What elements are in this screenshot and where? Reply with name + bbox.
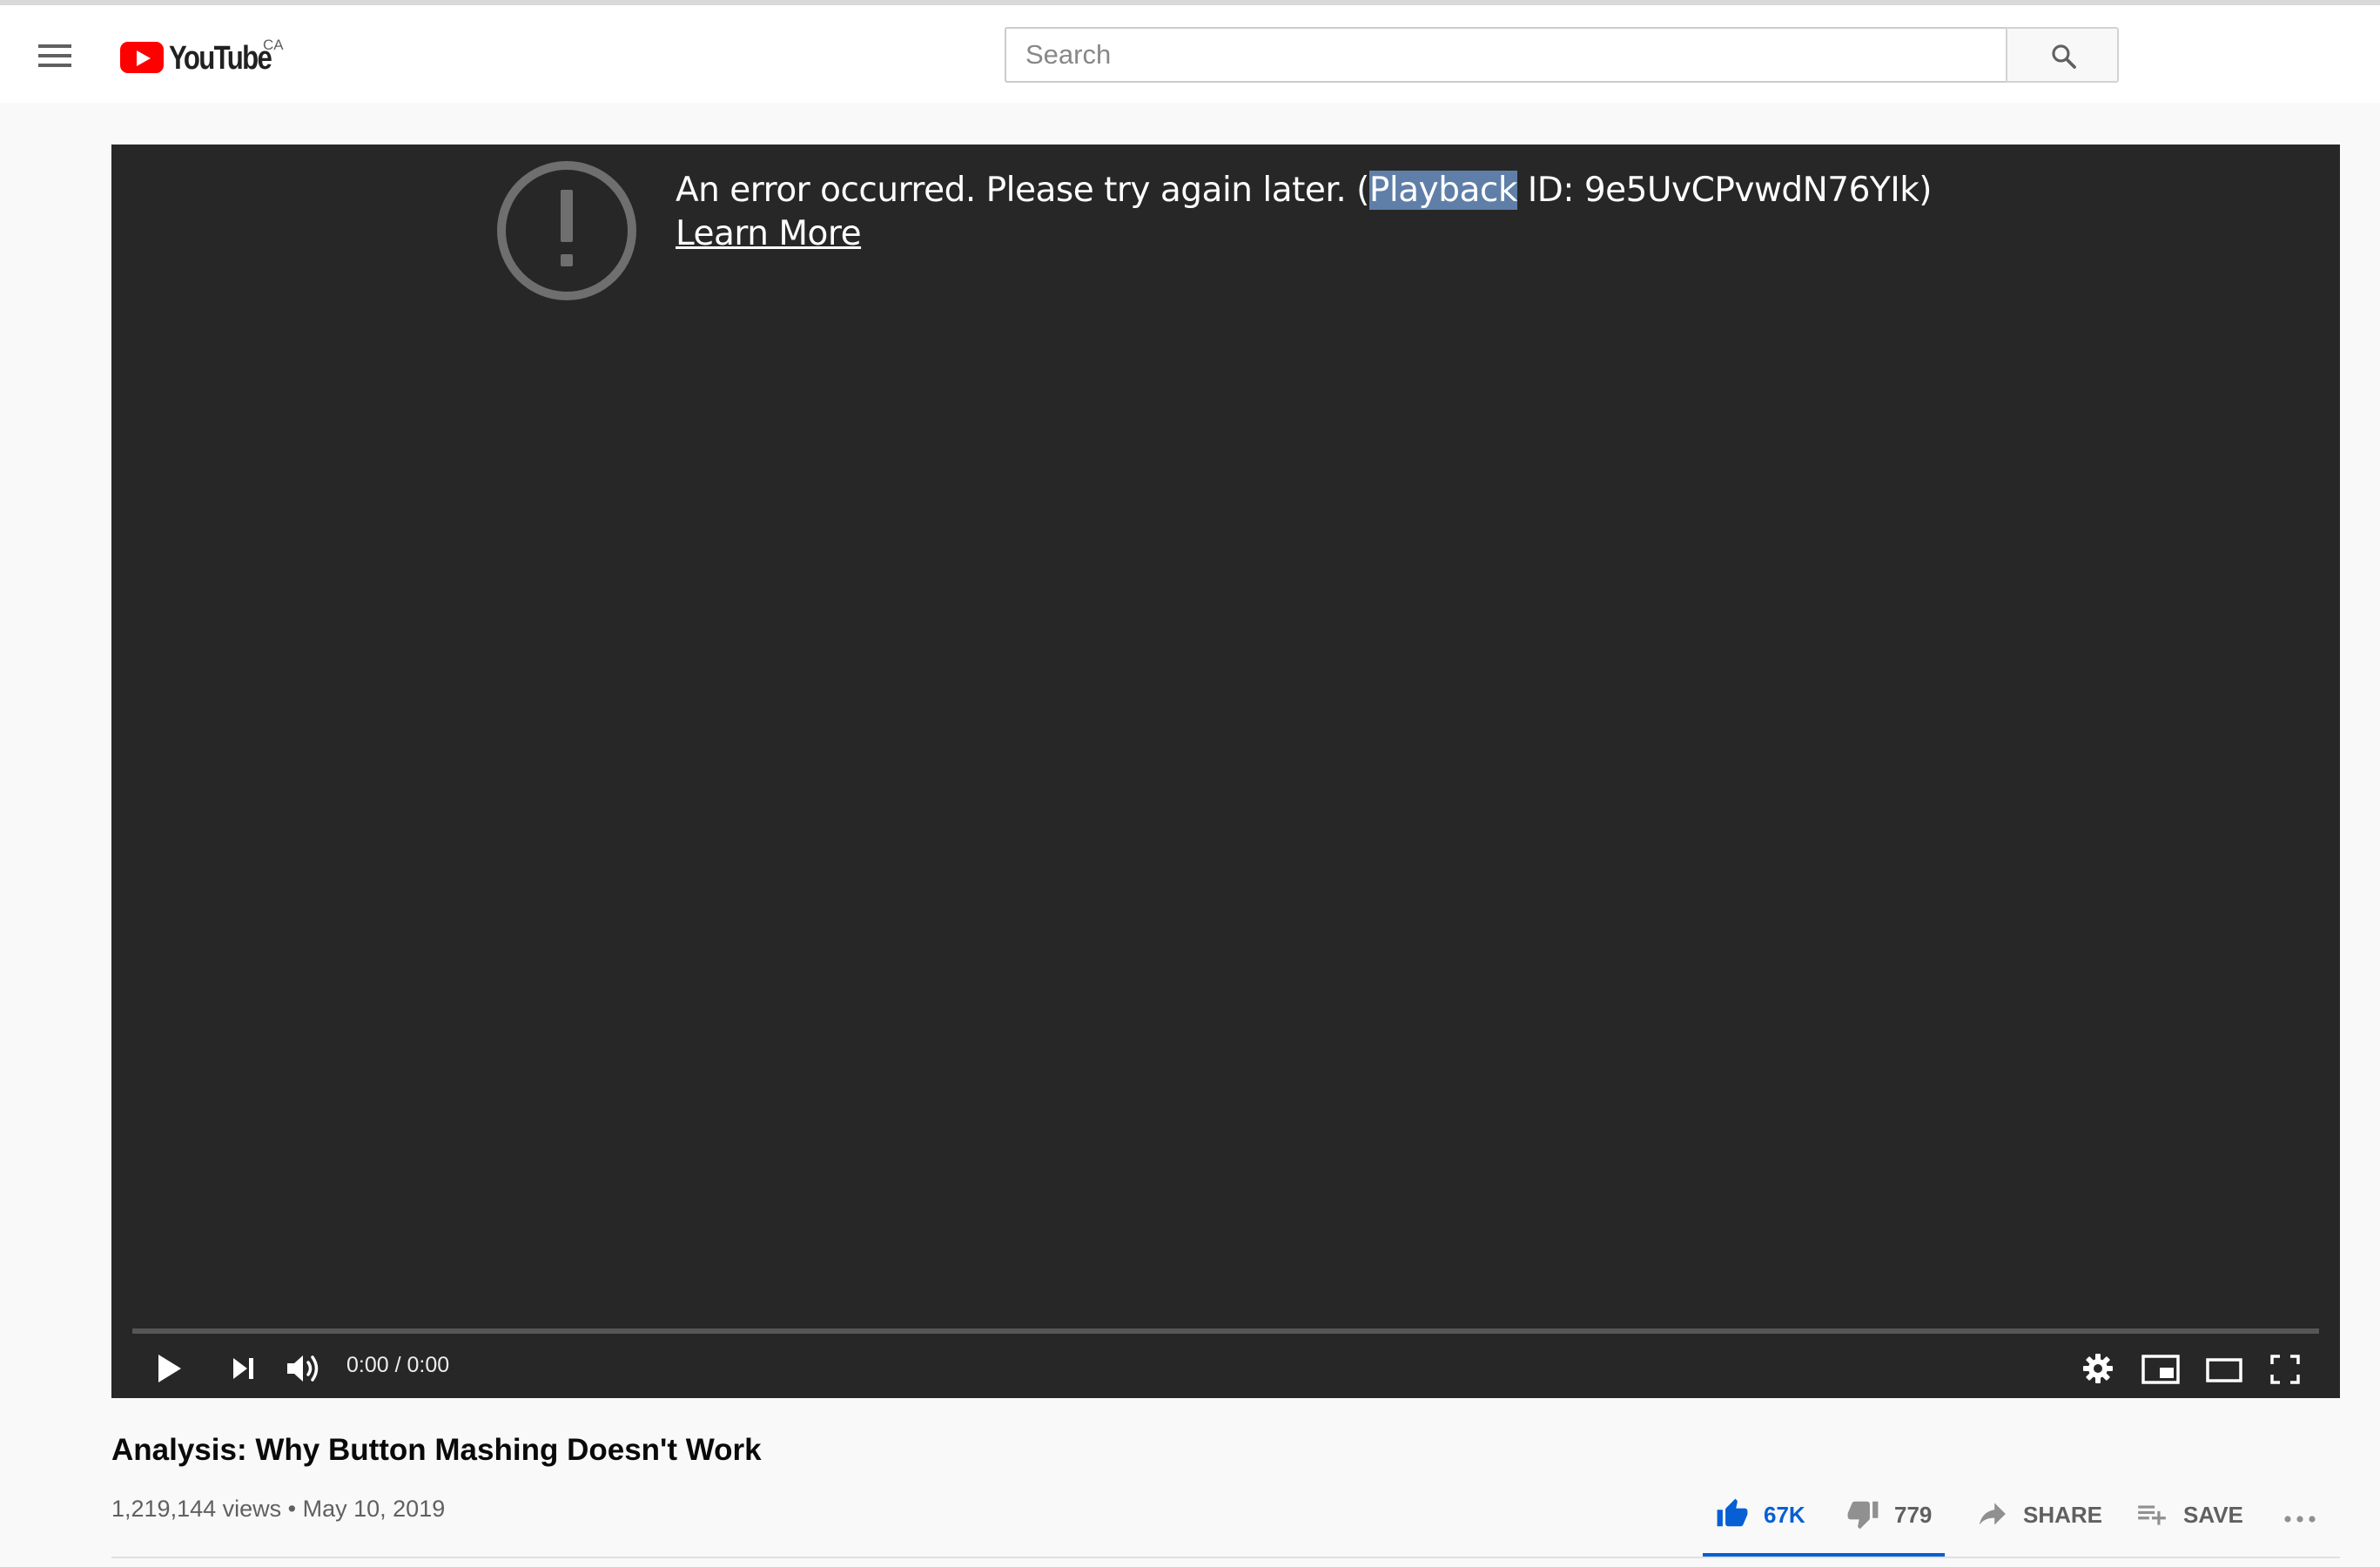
- masthead: YouTube CA: [0, 5, 2380, 103]
- save-playlist-icon: [2138, 1505, 2166, 1525]
- youtube-logo[interactable]: YouTube CA: [120, 30, 312, 82]
- thumbs-down-icon: [1847, 1501, 1879, 1530]
- save-button[interactable]: SAVE: [2135, 1489, 2248, 1541]
- like-count: 67K: [1764, 1502, 1805, 1528]
- volume-icon[interactable]: [286, 1351, 324, 1386]
- view-count: 1,219,144 views: [111, 1496, 282, 1522]
- error-icon: [497, 161, 636, 300]
- miniplayer-icon[interactable]: [2141, 1355, 2180, 1384]
- save-label: SAVE: [2183, 1502, 2243, 1528]
- meta-separator: •: [287, 1496, 297, 1522]
- search-box: [1005, 27, 2007, 83]
- dislike-button[interactable]: 779: [1846, 1489, 1941, 1541]
- selected-text: Playback: [1368, 171, 1517, 210]
- share-icon: [1979, 1503, 2006, 1525]
- player-controls: 0:00 / 0:00: [111, 1339, 2340, 1398]
- logo-wordmark: YouTube: [169, 40, 272, 77]
- share-button[interactable]: SHARE: [1974, 1489, 2114, 1541]
- youtube-logo-icon: [120, 42, 164, 73]
- publish-date: May 10, 2019: [302, 1496, 446, 1522]
- more-icon[interactable]: [2283, 1501, 2321, 1527]
- search-button[interactable]: [2006, 27, 2119, 83]
- divider: [111, 1557, 2340, 1558]
- video-player[interactable]: An error occurred. Please try again late…: [111, 145, 2340, 1398]
- thumbs-up-icon: [1717, 1498, 1748, 1527]
- theater-mode-icon[interactable]: [2206, 1358, 2242, 1382]
- video-meta: 1,219,144 views • May 10, 2019: [111, 1496, 445, 1523]
- error-message: An error occurred. Please try again late…: [676, 169, 2312, 256]
- error-text-end: ID: 9e5UvCPvwdN76YIk): [1516, 171, 1933, 210]
- search-icon: [2052, 44, 2076, 69]
- like-button[interactable]: 67K: [1715, 1489, 1819, 1541]
- video-actions: 67K 779 SHARE SAVE: [1698, 1489, 2324, 1541]
- menu-icon[interactable]: [38, 43, 75, 67]
- progress-bar[interactable]: [132, 1328, 2319, 1334]
- time-display: 0:00 / 0:00: [346, 1353, 450, 1377]
- learn-more-link[interactable]: Learn More: [676, 212, 862, 256]
- region-label: CA: [263, 37, 284, 53]
- dislike-count: 779: [1894, 1502, 1933, 1528]
- fullscreen-icon[interactable]: [2270, 1355, 2300, 1384]
- error-text-start: An error occurred. Please try again late…: [676, 171, 1369, 210]
- next-icon[interactable]: [230, 1355, 258, 1382]
- play-icon[interactable]: [153, 1351, 185, 1386]
- share-label: SHARE: [2023, 1502, 2103, 1528]
- search-input[interactable]: [1006, 29, 2007, 81]
- video-title: Analysis: Why Button Mashing Doesn't Wor…: [111, 1433, 762, 1467]
- settings-icon[interactable]: [2082, 1353, 2114, 1384]
